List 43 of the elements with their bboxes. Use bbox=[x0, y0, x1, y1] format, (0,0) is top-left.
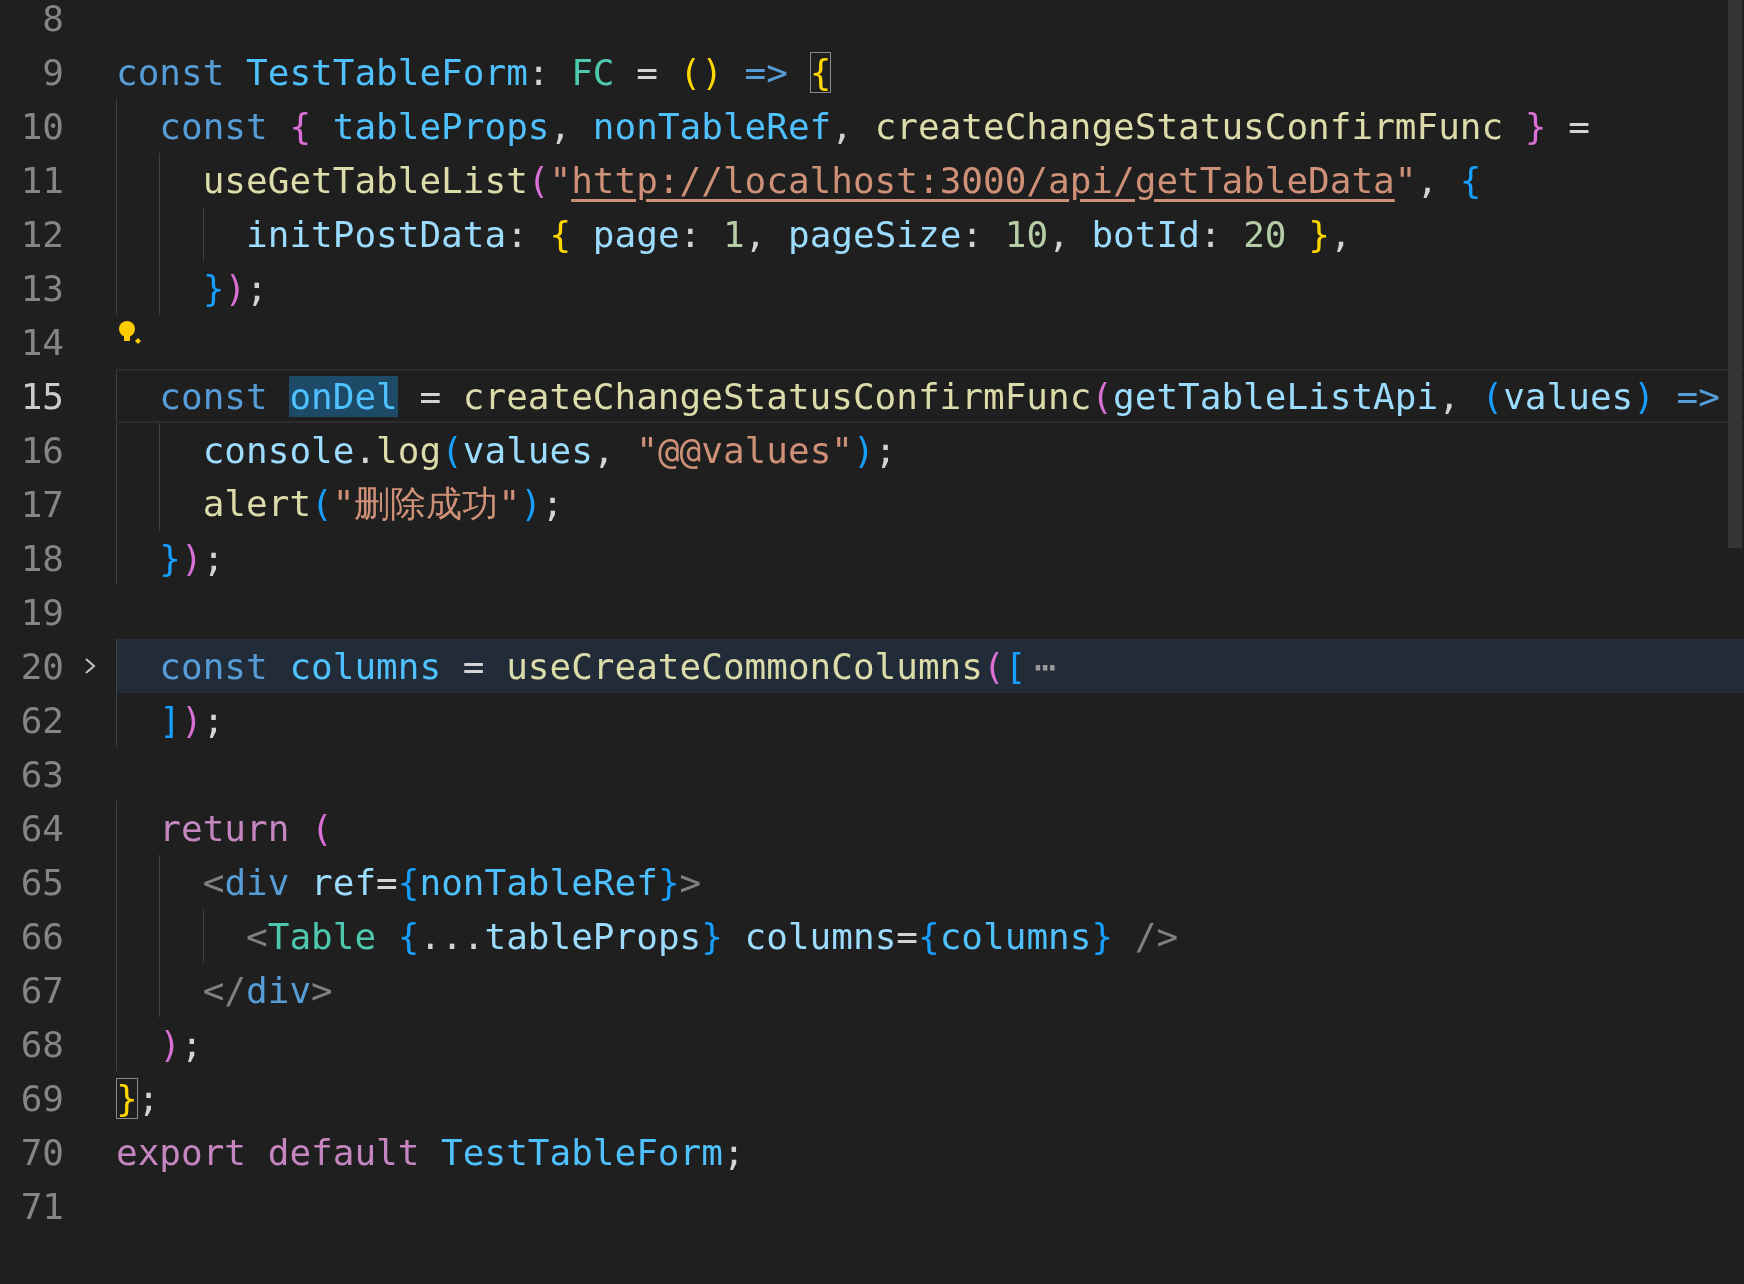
line-number: 62 bbox=[19, 699, 64, 741]
line-number: 18 bbox=[19, 537, 64, 579]
lightbulb-icon[interactable] bbox=[116, 319, 144, 347]
line-number: 19 bbox=[19, 591, 64, 633]
line-number: 14 bbox=[19, 321, 64, 363]
line-number: 66 bbox=[19, 915, 64, 957]
line-number: 63 bbox=[19, 753, 64, 795]
code-line: </div> bbox=[201, 969, 333, 1011]
line-number: 13 bbox=[19, 267, 64, 309]
code-line: }; bbox=[116, 1077, 160, 1119]
line-number: 68 bbox=[19, 1023, 64, 1065]
code-line: const onDel = createChangeStatusConfirmFunc(getTableListApi, (values) => bbox=[158, 375, 1720, 417]
code-line: ]); bbox=[158, 699, 225, 741]
line-number: 71 bbox=[19, 1185, 64, 1227]
code-line: export default TestTableForm; bbox=[116, 1131, 745, 1173]
code-line: initPostData: { page: 1, pageSize: 10, botId: 20 }, bbox=[245, 213, 1352, 255]
line-number: 69 bbox=[19, 1077, 64, 1119]
code-line: }); bbox=[158, 537, 225, 579]
code-line: const columns = useCreateCommonColumns([ ⋯ bbox=[158, 645, 1057, 687]
line-number: 15 bbox=[19, 375, 64, 417]
code-line: }); bbox=[201, 267, 268, 309]
code-line: ); bbox=[158, 1023, 203, 1065]
code-line: console.log(values, "@@values"); bbox=[201, 429, 897, 471]
code-line: return ( bbox=[158, 807, 333, 849]
line-number: 9 bbox=[41, 51, 64, 93]
line-number: 65 bbox=[19, 861, 64, 903]
line-number: 8 bbox=[41, 0, 64, 39]
line-number: 70 bbox=[19, 1131, 64, 1173]
code-line: <Table {...tableProps} columns={columns} /> bbox=[245, 915, 1179, 957]
line-number: 10 bbox=[19, 105, 64, 147]
line-number: 12 bbox=[19, 213, 64, 255]
chevron-right-icon[interactable] bbox=[83, 656, 97, 676]
line-number: 20 bbox=[19, 645, 64, 687]
line-number: 11 bbox=[19, 159, 64, 201]
code-line: useGetTableList("http://localhost:3000/api/getTableData", { bbox=[201, 159, 1482, 201]
code-line: <div ref={nonTableRef}> bbox=[201, 861, 702, 903]
code-line: alert("删除成功"); bbox=[201, 481, 564, 526]
line-number: 16 bbox=[19, 429, 64, 471]
line-number: 64 bbox=[19, 807, 64, 849]
line-number: 67 bbox=[19, 969, 64, 1011]
line-number: 17 bbox=[19, 483, 64, 525]
code-line: const TestTableForm: FC = () => { bbox=[116, 51, 832, 93]
code-line: const { tableProps, nonTableRef, createChangeStatusConfirmFunc } = bbox=[158, 105, 1590, 147]
